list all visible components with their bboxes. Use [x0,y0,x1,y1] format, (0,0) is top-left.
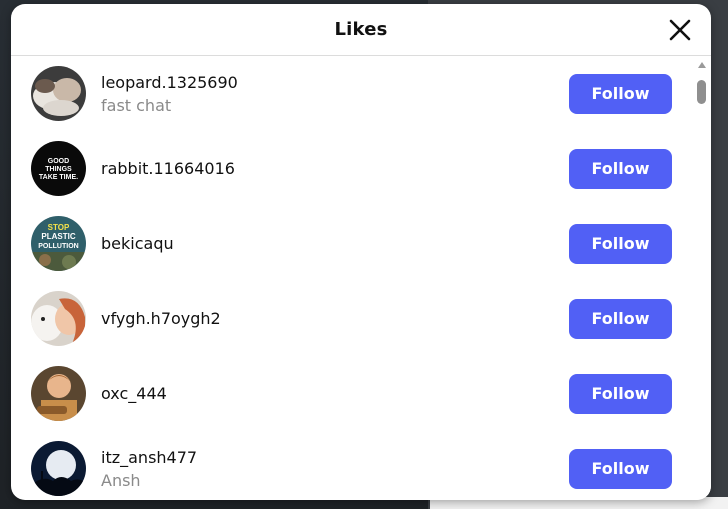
follow-button[interactable]: Follow [569,373,672,414]
list-item: STOP PLASTIC POLLUTION bekicaqu Follow [11,206,693,281]
user-text: itz_ansh477 Ansh [101,448,197,490]
follow-button[interactable]: Follow [569,448,672,489]
avatar[interactable]: STOP PLASTIC POLLUTION [31,216,86,271]
username[interactable]: vfygh.h7oygh2 [101,309,221,328]
svg-text:TAKE TIME.: TAKE TIME. [39,174,78,181]
svg-text:GOOD: GOOD [48,158,69,165]
user-text: leopard.1325690 fast chat [101,73,238,115]
close-button[interactable] [667,17,693,43]
svg-text:PLASTIC: PLASTIC [41,232,75,241]
username[interactable]: leopard.1325690 [101,73,238,92]
user-text: vfygh.h7oygh2 [101,309,221,328]
follow-button[interactable]: Follow [569,73,672,114]
svg-text:POLLUTION: POLLUTION [38,243,78,250]
scrollbar[interactable] [693,56,711,500]
user-subtitle: fast chat [101,95,172,115]
user-text: bekicaqu [101,234,174,253]
list-item: itz_ansh477 Ansh Follow [11,431,693,500]
avatar[interactable]: GOOD THINGS TAKE TIME. [31,141,86,196]
avatar[interactable] [31,366,86,421]
svg-text:STOP: STOP [48,223,70,232]
user-text: oxc_444 [101,384,167,403]
list-item: oxc_444 Follow [11,356,693,431]
modal-title: Likes [334,19,388,40]
svg-text:THINGS: THINGS [45,166,72,173]
list-item: vfygh.h7oygh2 Follow [11,281,693,356]
follow-button[interactable]: Follow [569,223,672,264]
follow-button[interactable]: Follow [569,148,672,189]
username[interactable]: bekicaqu [101,234,174,253]
avatar[interactable] [31,66,86,121]
user-subtitle: Ansh [101,470,141,490]
modal-header: Likes [11,4,711,56]
avatar[interactable] [31,441,86,496]
follow-button[interactable]: Follow [569,298,672,339]
scroll-up-arrow-icon[interactable] [698,62,706,68]
user-text: rabbit.11664016 [101,159,235,178]
username[interactable]: itz_ansh477 [101,448,197,467]
list-item: GOOD THINGS TAKE TIME. rabbit.11664016 F… [11,131,693,206]
close-icon [669,19,691,41]
list-item: leopard.1325690 fast chat Follow [11,56,693,131]
likes-list: leopard.1325690 fast chat Follow GOOD TH… [11,56,693,500]
username[interactable]: rabbit.11664016 [101,159,235,178]
username[interactable]: oxc_444 [101,384,167,403]
avatar[interactable] [31,291,86,346]
likes-modal: Likes leopard.1325690 fast chat Follow G… [11,4,711,500]
scrollbar-thumb[interactable] [697,80,706,104]
